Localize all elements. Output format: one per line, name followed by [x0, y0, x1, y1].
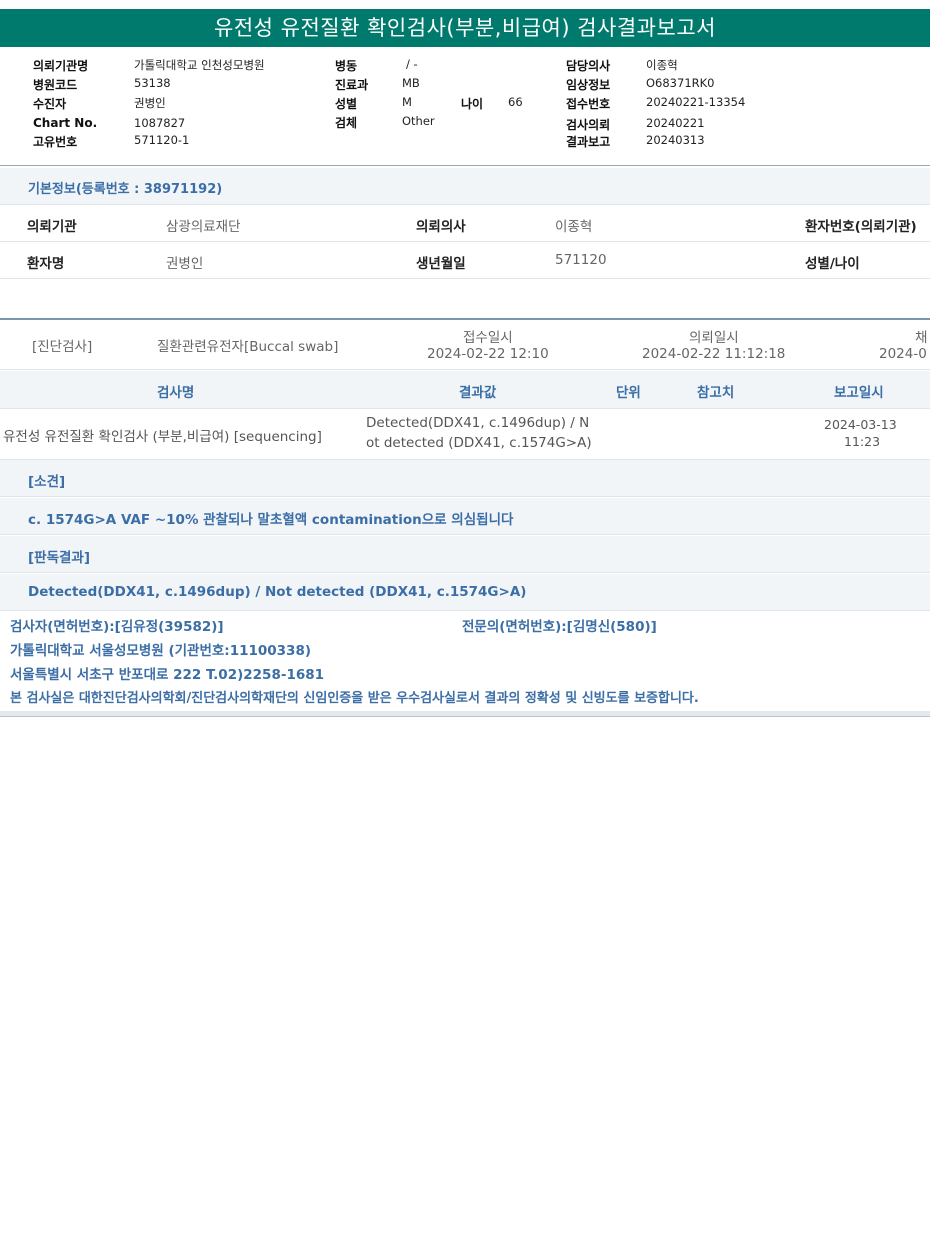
patient-label: 수진자	[33, 97, 67, 111]
basic-info-row-2: 환자명 권병인 생년월일 571120 성별/나이	[0, 242, 930, 279]
req-doc-value: 이종혁	[555, 219, 593, 235]
col-unit: 단위	[616, 385, 641, 401]
receipt-no-label: 접수번호	[566, 97, 611, 111]
sex-label: 성별	[335, 97, 358, 111]
test-category: [진단검사]	[32, 339, 93, 355]
findings-heading: [소견]	[28, 474, 66, 490]
patient-name-value: 권병인	[166, 256, 204, 272]
ward-label: 병동	[335, 59, 358, 73]
interpretation-heading: [판독결과]	[28, 550, 91, 566]
examiner-text: 검사자(면허번호):[김유정(39582)]	[10, 619, 224, 635]
table-row: 유전성 유전질환 확인검사 (부분,비급여) [sequencing] Dete…	[0, 409, 930, 460]
doctor-label: 담당의사	[566, 59, 611, 73]
col-report-date: 보고일시	[834, 385, 884, 401]
requested-value: 2024-02-22 11:12:18	[642, 346, 786, 362]
dob-label: 생년월일	[416, 256, 466, 272]
institution-value: 가톨릭대학교 인천성모병원	[134, 58, 265, 72]
interpretation-heading-row: [판독결과]	[0, 536, 930, 573]
clinical-info-label: 임상정보	[566, 78, 611, 92]
findings-text: c. 1574G>A VAF ~10% 관찰되나 말초혈액 contaminat…	[28, 512, 514, 528]
report-date-line-1: 2024-03-13	[824, 417, 897, 432]
request-date-label: 검사의뢰	[566, 118, 611, 132]
dob-value: 571120	[555, 252, 607, 268]
interpretation-text: Detected(DDX41, c.1496dup) / Not detecte…	[28, 584, 527, 600]
sex-age-label: 성별/나이	[805, 256, 860, 272]
report-date-value: 20240313	[646, 133, 705, 147]
request-date-value: 20240221	[646, 116, 705, 130]
specimen-value: Other	[402, 114, 435, 128]
report-date-label: 결과보고	[566, 135, 611, 149]
age-value: 66	[508, 95, 523, 109]
bottom-divider	[0, 711, 930, 717]
clinical-info-value: O68371RK0	[646, 76, 715, 90]
test-name-cell: 유전성 유전질환 확인검사 (부분,비급여) [sequencing]	[3, 429, 322, 445]
basic-info-title: 기본정보(등록번호 : 38971192)	[28, 182, 223, 197]
receipt-no-value: 20240221-13354	[646, 95, 746, 109]
patient-value: 권병인	[134, 96, 166, 110]
results-table-header: 검사명 결과값 단위 참고치 보고일시	[0, 371, 930, 409]
unique-no-value: 571120-1	[134, 133, 190, 147]
hospital-code-label: 병원코드	[33, 78, 78, 92]
interpretation-text-row: Detected(DDX41, c.1496dup) / Not detecte…	[0, 574, 930, 611]
req-inst-value: 삼광의료재단	[166, 219, 241, 235]
basic-info-heading: 기본정보(등록번호 : 38971192)	[0, 168, 930, 205]
col-reference: 참고치	[697, 385, 735, 401]
patient-no-label: 환자번호(의뢰기관)	[805, 219, 917, 235]
report-date-line-2: 11:23	[844, 434, 881, 449]
result-line-1: Detected(DDX41, c.1496dup) / N	[366, 415, 590, 431]
findings-heading-row: [소견]	[0, 460, 930, 497]
hospital-text: 가톨릭대학교 서울성모병원 (기관번호:11100338)	[10, 643, 312, 659]
collected-value: 2024-0	[879, 346, 927, 362]
hospital-code-value: 53138	[134, 76, 171, 90]
chart-no-value: 1087827	[134, 116, 186, 130]
ward-value: / -	[406, 57, 418, 71]
certification-text: 본 검사실은 대한진단검사의학회/진단검사의학재단의 신임인증을 받은 우수검사…	[10, 691, 699, 706]
basic-info-row-1: 의뢰기관 삼광의료재단 의뢰의사 이종혁 환자번호(의뢰기관)	[0, 205, 930, 242]
chart-no-label: Chart No.	[33, 116, 98, 130]
sex-value: M	[402, 95, 412, 109]
col-result: 결과값	[459, 385, 497, 401]
result-line-2: ot detected (DDX41, c.1574G>A)	[366, 435, 592, 451]
age-label: 나이	[461, 97, 484, 111]
col-test-name: 검사명	[157, 385, 195, 401]
specialist-text: 전문의(면허번호):[김명신(580)]	[462, 619, 657, 635]
unique-no-label: 고유번호	[33, 135, 78, 149]
doctor-value: 이종혁	[646, 58, 678, 72]
dept-label: 진료과	[335, 78, 369, 92]
req-inst-label: 의뢰기관	[27, 219, 77, 235]
findings-text-row: c. 1574G>A VAF ~10% 관찰되나 말초혈액 contaminat…	[0, 498, 930, 535]
header-divider	[0, 165, 930, 166]
address-text: 서울특별시 서초구 반포대로 222 T.02)2258-1681	[10, 667, 325, 683]
report-title: 유전성 유전질환 확인검사(부분,비급여) 검사결과보고서	[0, 9, 930, 47]
received-value: 2024-02-22 12:10	[427, 346, 549, 362]
dept-value: MB	[402, 76, 420, 90]
specimen-label: 검체	[335, 116, 358, 130]
req-doc-label: 의뢰의사	[416, 219, 466, 235]
test-type: 질환관련유전자[Buccal swab]	[157, 339, 339, 355]
requested-label: 의뢰일시	[689, 330, 739, 346]
test-info-row: [진단검사] 질환관련유전자[Buccal swab] 접수일시 2024-02…	[0, 320, 930, 370]
collected-label: 채	[915, 330, 928, 346]
received-label: 접수일시	[463, 330, 513, 346]
patient-name-label: 환자명	[27, 256, 65, 272]
institution-label: 의뢰기관명	[33, 59, 89, 73]
